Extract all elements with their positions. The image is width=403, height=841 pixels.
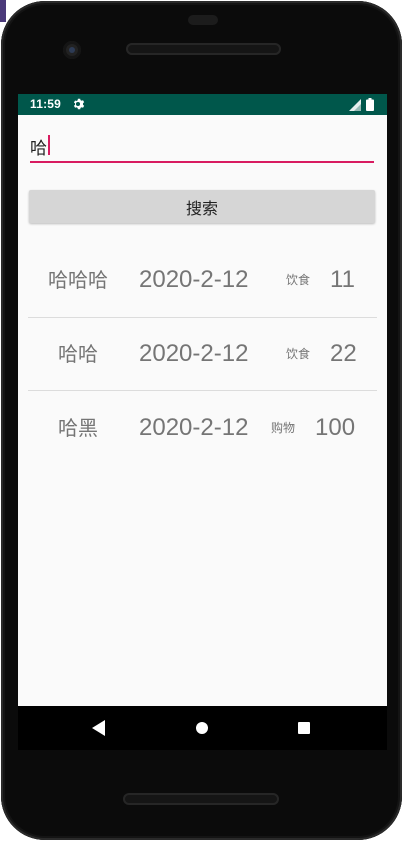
list-item[interactable]: 哈黑 2020-2-12 购物 100 [18,392,387,464]
home-icon[interactable] [196,722,208,734]
front-camera [63,41,81,59]
battery-icon [366,98,374,111]
status-bar: 11:59 [18,94,387,115]
status-time: 11:59 [30,97,62,111]
navigation-bar [18,706,387,750]
record-category: 饮食 [286,347,311,361]
record-name: 哈哈哈 [48,268,108,292]
earpiece-speaker [126,43,281,55]
search-button[interactable]: 搜索 [29,190,375,223]
record-category: 购物 [271,421,296,435]
record-amount: 100 [315,414,356,441]
list-item[interactable]: 哈哈哈 2020-2-12 饮食 11 [18,244,387,316]
recents-icon[interactable] [298,722,310,734]
record-date: 2020-2-12 [139,340,249,367]
record-category: 饮食 [286,273,311,287]
record-date: 2020-2-12 [139,414,249,441]
record-name: 哈哈 [58,342,98,366]
list-item[interactable]: 哈哈 2020-2-12 饮食 22 [18,318,387,390]
back-icon[interactable] [92,720,106,736]
gear-icon [73,98,85,110]
app-screen: 11:59 哈 搜索 哈哈哈 2020-2-12 饮食 11 哈哈 2020-2… [18,94,387,744]
record-amount: 22 [330,340,357,367]
record-name: 哈黑 [58,416,98,440]
search-input-value: 哈 [30,139,47,159]
signal-icon [349,99,361,111]
device-frame: 11:59 哈 搜索 哈哈哈 2020-2-12 饮食 11 哈哈 2020-2… [0,0,403,841]
top-slit [188,15,218,25]
record-date: 2020-2-12 [139,266,249,293]
text-cursor [48,135,50,155]
list-divider [28,390,377,391]
window-corner-mark [0,0,6,22]
record-amount: 11 [330,266,355,293]
record-list: 哈哈哈 2020-2-12 饮食 11 哈哈 2020-2-12 饮食 22 哈… [18,244,387,460]
bottom-speaker [123,793,279,805]
search-input[interactable]: 哈 [30,132,374,163]
